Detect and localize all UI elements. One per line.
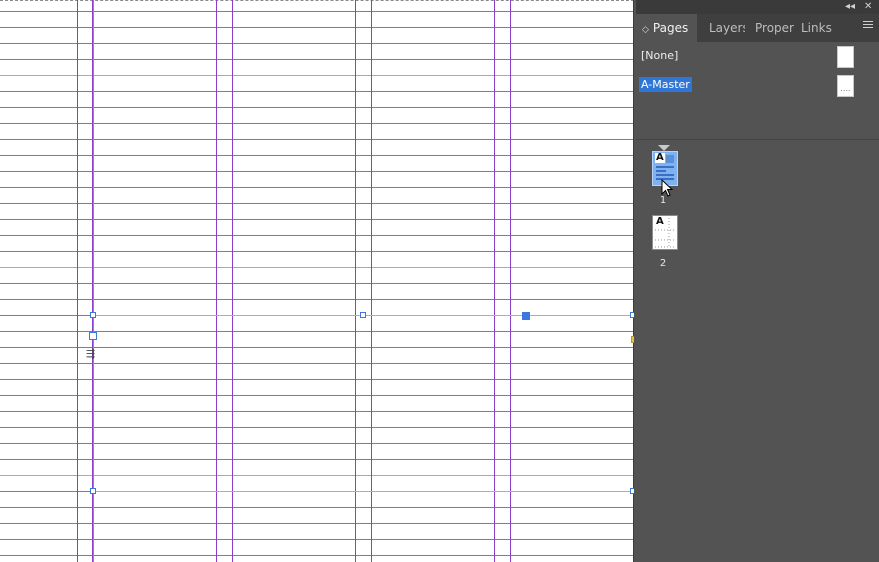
baseline-guide (0, 219, 634, 220)
column-guide[interactable] (494, 0, 495, 562)
document-canvas[interactable]: ⇶ (0, 0, 634, 562)
pages-panel: ◂◂ ✕ ◇ Pages Layers Proper Links [None] A… (636, 0, 879, 562)
frame-handle-top-middle[interactable] (360, 312, 366, 318)
baseline-guide (0, 459, 634, 460)
baseline-guide (0, 507, 634, 508)
frame-handle-top-right[interactable] (630, 312, 634, 318)
text-frame-left-edge (93, 0, 94, 562)
column-guide[interactable] (232, 0, 233, 562)
frame-handle-selected[interactable] (522, 312, 530, 320)
canvas-top-edge (0, 0, 634, 2)
baseline-guide (0, 411, 634, 412)
baseline-guide (0, 299, 634, 300)
baseline-guide (0, 171, 634, 172)
frame-handle-bottom-left[interactable] (90, 488, 96, 494)
baseline-guide (0, 155, 634, 156)
close-panel-icon[interactable]: ✕ (864, 0, 872, 14)
master-a[interactable]: A-Master .... (636, 74, 879, 97)
baseline-guide (0, 235, 634, 236)
master-none-thumbnail (837, 46, 854, 68)
loaded-text-cursor-icon: ⇶ (86, 347, 96, 360)
frame-handle-bottom-right[interactable] (630, 488, 634, 494)
baseline-guide (0, 203, 634, 204)
column-guide[interactable] (510, 0, 511, 562)
tab-properties[interactable]: Proper (749, 14, 794, 42)
frame-handle-top-left[interactable] (90, 312, 96, 318)
baseline-guide (0, 379, 634, 380)
page-layout-preview-icon (655, 218, 675, 248)
baseline-guide (0, 123, 634, 124)
panel-title-bar: ◂◂ ✕ (636, 0, 879, 14)
baseline-guide (0, 43, 634, 44)
tab-expand-icon: ◇ (642, 25, 649, 35)
collapse-panel-icon[interactable]: ◂◂ (845, 0, 855, 14)
page-number-2: 2 (659, 258, 667, 269)
baseline-guide (0, 91, 634, 92)
column-guide[interactable] (355, 0, 356, 562)
baseline-guide-major (0, 267, 634, 268)
panel-section-divider (636, 139, 879, 140)
baseline-guide (0, 251, 634, 252)
frame-corner-option-handle[interactable] (631, 336, 634, 343)
baseline-guide (0, 59, 634, 60)
page-edge (633, 0, 634, 562)
baseline-guide-major (0, 475, 634, 476)
tab-pages-label: Pages (652, 21, 689, 35)
page-thumbnail-2[interactable]: A (652, 215, 678, 250)
baseline-guide (0, 27, 634, 28)
baseline-guide (0, 107, 634, 108)
baseline-guide (0, 283, 634, 284)
tab-links-label: Links (801, 21, 832, 35)
tab-layers-label: Layers (709, 21, 745, 35)
tab-links[interactable]: Links (795, 14, 835, 42)
baseline-guide (0, 363, 634, 364)
column-guide[interactable] (216, 0, 217, 562)
master-none-label: [None] (641, 49, 679, 62)
mouse-pointer-icon (661, 179, 674, 197)
baseline-guide (0, 523, 634, 524)
baseline-guide (0, 395, 634, 396)
text-frame-in-port[interactable] (89, 332, 97, 340)
tab-layers[interactable]: Layers (703, 14, 745, 42)
panel-menu-icon[interactable] (863, 21, 873, 29)
baseline-guide (0, 443, 634, 444)
panel-tabs: ◇ Pages Layers Proper Links (636, 14, 879, 42)
column-guide[interactable] (371, 0, 372, 562)
column-guide[interactable] (77, 0, 78, 562)
baseline-guide (0, 555, 634, 556)
tab-properties-label: Proper (755, 21, 794, 35)
baseline-guide (0, 11, 634, 12)
master-a-label: A-Master (639, 77, 692, 92)
baseline-guide-major (0, 75, 634, 76)
master-a-thumbnail: .... (837, 75, 854, 97)
master-none[interactable]: [None] (636, 45, 879, 68)
baseline-guide (0, 187, 634, 188)
baseline-guide (0, 539, 634, 540)
text-frame-bottom-edge (93, 491, 633, 492)
baseline-guide (0, 427, 634, 428)
tab-pages[interactable]: ◇ Pages (636, 14, 697, 42)
baseline-guide (0, 139, 634, 140)
